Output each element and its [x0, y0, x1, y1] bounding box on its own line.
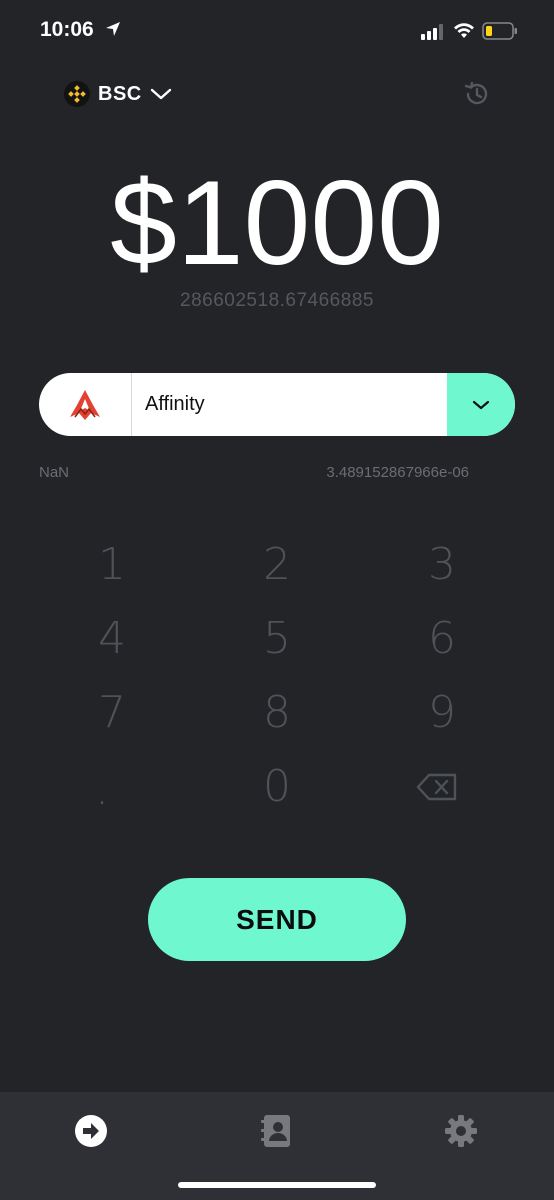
amount-display: $1000 — [110, 156, 444, 290]
token-amount-display: 286602518.67466885 — [180, 290, 374, 311]
backspace-icon — [416, 773, 457, 801]
keypad-key-2[interactable]: 2 — [217, 535, 337, 595]
tab-settings[interactable] — [431, 1106, 491, 1156]
chevron-down-icon — [150, 88, 171, 100]
location-arrow-icon — [106, 22, 120, 36]
history-icon[interactable] — [462, 80, 490, 108]
keypad-key-decimal[interactable]: . — [42, 760, 162, 820]
gear-icon — [445, 1115, 477, 1147]
keypad-backspace[interactable] — [377, 757, 497, 817]
status-time: 10:06 — [40, 18, 94, 41]
home-indicator — [178, 1182, 376, 1188]
keypad-key-3[interactable]: 3 — [382, 535, 502, 595]
token-name: Affinity — [145, 393, 205, 415]
affinity-logo-icon — [39, 373, 132, 436]
bnb-icon — [64, 81, 90, 107]
network-selector[interactable]: BSC — [64, 78, 172, 110]
keypad-key-7[interactable]: 7 — [52, 683, 172, 743]
keypad-key-6[interactable]: 6 — [382, 609, 502, 669]
fiat-balance-text: NaN — [39, 464, 70, 481]
token-dropdown-button[interactable] — [447, 373, 515, 436]
token-rate-text: 3.489152867966e-06 — [326, 464, 469, 481]
battery-icon — [482, 22, 517, 40]
network-label: BSC — [98, 82, 142, 105]
keypad-key-8[interactable]: 8 — [217, 683, 337, 743]
address-book-icon — [261, 1115, 290, 1147]
keypad-key-5[interactable]: 5 — [217, 609, 337, 669]
wifi-icon — [454, 23, 474, 38]
keypad-key-4[interactable]: 4 — [52, 609, 172, 669]
tab-contacts[interactable] — [246, 1106, 306, 1156]
send-button[interactable]: SEND — [148, 878, 406, 961]
token-selector[interactable]: Affinity — [39, 373, 515, 436]
keypad-key-9[interactable]: 9 — [382, 683, 502, 743]
chevron-down-icon — [472, 400, 490, 409]
cellular-signal-icon — [421, 24, 443, 40]
send-arrow-icon — [75, 1115, 107, 1147]
keypad-key-1[interactable]: 1 — [52, 535, 172, 595]
keypad-key-0[interactable]: 0 — [217, 757, 337, 817]
tab-send[interactable] — [61, 1106, 121, 1156]
